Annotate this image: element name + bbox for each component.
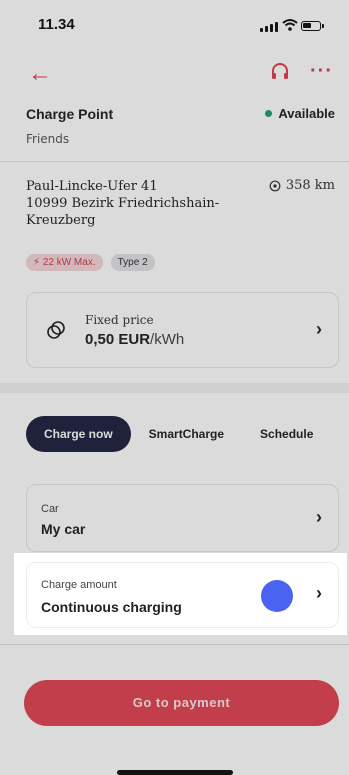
bolt-icon: ⚡︎	[33, 257, 43, 268]
charge-point-subtitle: Friends	[26, 132, 70, 146]
power-tag-label: 22 kW Max.	[42, 257, 96, 268]
more-dots-icon[interactable]: ···	[310, 60, 333, 83]
connector-type-tag: Type 2	[110, 254, 155, 271]
divider	[0, 161, 349, 162]
go-to-payment-button[interactable]: Go to payment	[24, 680, 339, 726]
chevron-right-icon: ›	[316, 319, 322, 339]
charge-amount-label: Charge amount	[41, 579, 117, 591]
cellular-signal-icon	[260, 22, 278, 32]
address-line: Kreuzberg	[26, 213, 96, 228]
availability-label: Available	[278, 106, 335, 121]
car-selector[interactable]: Car My car ›	[26, 484, 339, 552]
car-label: Car	[41, 503, 59, 515]
charge-amount-value: Continuous charging	[41, 599, 182, 615]
status-dot-icon	[265, 110, 273, 117]
address-line: Paul-Lincke-Ufer 41	[26, 179, 158, 194]
home-indicator	[117, 770, 233, 775]
power-tag: ⚡︎ 22 kW Max.	[26, 254, 103, 271]
tab-smartcharge[interactable]: SmartCharge	[131, 416, 242, 452]
charge-mode-tabs: Charge now SmartCharge Schedule	[26, 416, 331, 452]
highlighted-section: Charge amount Continuous charging ›	[14, 553, 347, 635]
tab-charge-now[interactable]: Charge now	[26, 416, 131, 452]
chevron-right-icon: ›	[316, 583, 322, 603]
availability-status: Available	[265, 106, 335, 121]
charge-point-title: Charge Point	[26, 106, 114, 122]
distance-value: 358 km	[285, 178, 335, 193]
price-unit: /kWh	[150, 331, 185, 348]
status-time: 11.34	[38, 16, 75, 33]
headset-icon[interactable]	[270, 62, 290, 82]
chevron-right-icon: ›	[316, 507, 322, 527]
connector-tags: ⚡︎ 22 kW Max. Type 2	[26, 254, 155, 271]
status-bar: 11.34	[0, 0, 349, 52]
price-amount: 0,50 EUR	[85, 331, 151, 348]
wifi-icon	[282, 19, 298, 31]
tab-schedule[interactable]: Schedule	[242, 416, 331, 452]
back-arrow-icon[interactable]: ←	[28, 62, 52, 86]
distance: 358 km	[269, 178, 335, 193]
touch-indicator	[261, 580, 293, 612]
price-value: 0,50 EUR/kWh	[85, 331, 184, 348]
price-label: Fixed price	[85, 313, 154, 327]
price-tag-icon	[47, 321, 65, 339]
car-value: My car	[41, 521, 86, 537]
location-pin-icon	[269, 180, 281, 191]
price-card[interactable]: Fixed price 0,50 EUR/kWh ›	[26, 292, 339, 368]
battery-icon	[301, 21, 324, 31]
address: Paul-Lincke-Ufer 41 10999 Bezirk Friedri…	[26, 178, 219, 229]
address-line: 10999 Bezirk Friedrichshain-	[26, 196, 220, 211]
charge-amount-selector[interactable]: Charge amount Continuous charging ›	[26, 562, 339, 628]
section-separator	[0, 383, 349, 393]
divider	[0, 644, 349, 645]
app-screen: 11.34 ← ··· Charge Point Friends Availab…	[0, 0, 349, 775]
